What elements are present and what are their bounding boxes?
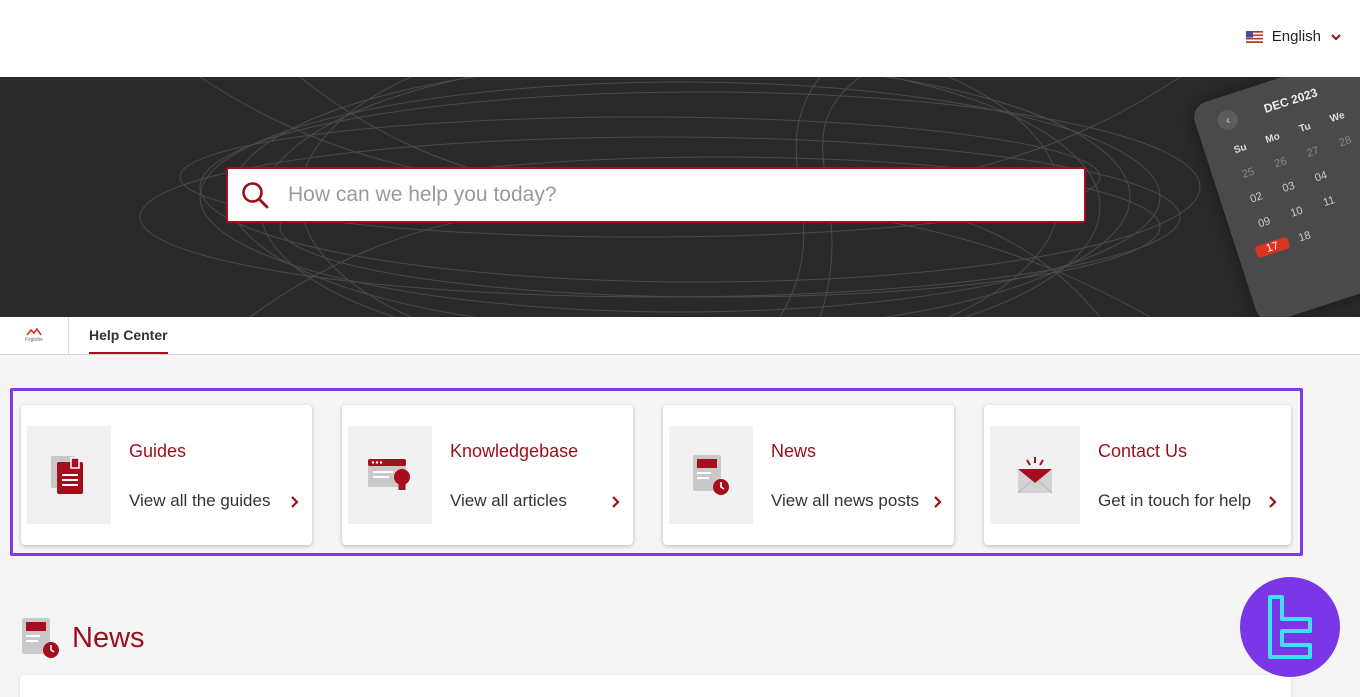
knowledgebase-card[interactable]: Knowledgebase View all articles	[342, 405, 633, 545]
calendar-date: 27	[1305, 144, 1321, 160]
calendar-date: 09	[1256, 215, 1273, 231]
card-link[interactable]: View all news posts	[771, 491, 919, 511]
card-icon-box	[27, 426, 111, 524]
card-link[interactable]: Get in touch for help	[1098, 491, 1251, 511]
calendar-date: 03	[1281, 179, 1297, 196]
envelope-icon	[1017, 457, 1053, 494]
hero-banner: ‹ DEC 2023 Su Mo Tu We 25 26 27 28 02 03…	[0, 77, 1360, 317]
chevron-down-icon	[1331, 33, 1341, 40]
tab-bar: Fxglobe Help Center	[0, 317, 1360, 355]
calendar-date-selected: 17	[1254, 236, 1291, 259]
guides-card[interactable]: Guides View all the guides	[21, 405, 312, 545]
calendar-date: 18	[1297, 229, 1313, 245]
guides-document-icon	[51, 456, 83, 494]
tc-logo-icon	[1268, 595, 1312, 659]
chevron-right-icon	[1269, 496, 1277, 508]
language-selector[interactable]: English	[1245, 28, 1342, 45]
chevron-right-icon	[612, 496, 620, 508]
calendar-month: DEC 2023	[1262, 85, 1320, 116]
news-section-header: News	[20, 616, 145, 660]
calendar-day-header: Su	[1232, 141, 1249, 157]
news-clock-icon	[22, 618, 59, 658]
calendar-date: 26	[1272, 155, 1289, 171]
language-label: English	[1271, 28, 1321, 45]
calendar-day-header: Tu	[1297, 120, 1313, 135]
card-link[interactable]: View all the guides	[129, 491, 270, 511]
card-icon-box	[669, 426, 753, 524]
tab-help-center[interactable]: Help Center	[89, 317, 168, 354]
card-icon-box	[348, 426, 432, 524]
knowledgebase-lightbulb-icon	[368, 459, 410, 490]
top-bar: English	[0, 0, 1360, 77]
search-box[interactable]	[226, 167, 1086, 223]
card-link[interactable]: View all articles	[450, 491, 567, 511]
brand-logo-icon	[26, 328, 42, 336]
card-title: Guides	[129, 441, 187, 461]
card-title: News	[771, 441, 817, 461]
search-icon	[242, 182, 269, 209]
calendar-day-header: Mo	[1264, 130, 1282, 146]
us-flag-icon	[1245, 30, 1263, 43]
news-list-panel	[20, 675, 1291, 697]
calendar-date: 10	[1289, 204, 1305, 220]
chevron-right-icon	[291, 496, 299, 508]
chevron-left-icon: ‹	[1215, 107, 1241, 133]
card-title: Knowledgebase	[450, 441, 579, 461]
chevron-right-icon	[934, 496, 942, 508]
card-icon-box	[990, 426, 1080, 524]
news-card[interactable]: News View all news posts	[663, 405, 954, 545]
calendar-date: 04	[1313, 169, 1329, 185]
calendar-date: 28	[1337, 134, 1354, 150]
contact-us-card[interactable]: Contact Us Get in touch for help	[984, 405, 1291, 545]
card-title: Contact Us	[1098, 441, 1188, 461]
search-input[interactable]	[288, 183, 1048, 207]
calendar-date: 25	[1240, 165, 1256, 181]
news-section-title: News	[72, 621, 145, 654]
calendar-day-header: We	[1328, 109, 1347, 125]
brand-text: Fxglobe	[25, 337, 43, 343]
calendar-grid: Su Mo Tu We 25 26 27 28 02 03 04 09 10 1…	[1223, 96, 1360, 259]
news-clock-icon	[693, 455, 729, 495]
brand-logo[interactable]: Fxglobe	[0, 317, 69, 354]
watermark-logo-badge	[1240, 577, 1340, 677]
calendar-date: 11	[1321, 194, 1337, 210]
calendar-date: 02	[1248, 190, 1265, 206]
